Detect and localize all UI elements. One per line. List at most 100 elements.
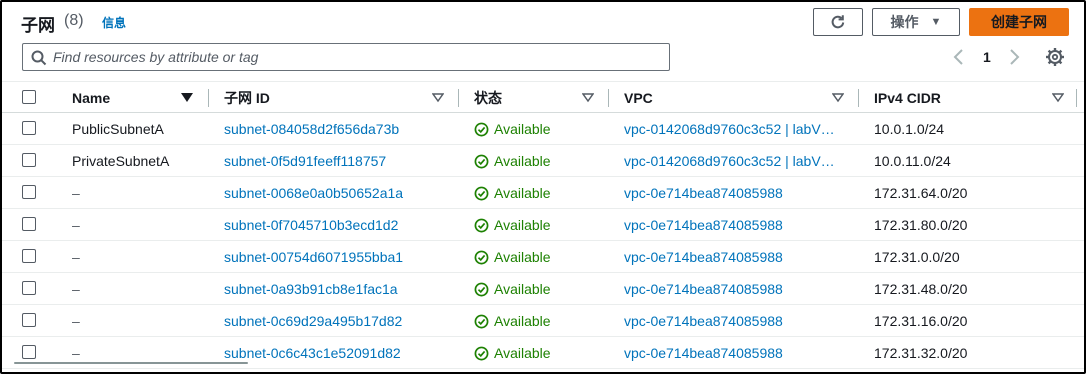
column-header-ipv4-cidr[interactable]: IPv4 CIDR — [874, 82, 941, 113]
subnet-id-link[interactable]: subnet-0f5d91feeff118757 — [224, 145, 454, 177]
check-circle-icon — [474, 122, 489, 136]
sort-caret-icon[interactable] — [582, 93, 594, 103]
actions-label: 操作 — [890, 14, 919, 30]
table-body: PublicSubnetA subnet-084058d2f656da73b Ava… — [2, 113, 1084, 369]
subnet-id-link[interactable]: subnet-0068e0a0b50652a1a — [224, 177, 454, 209]
vpc-link[interactable]: vpc-0e714bea874085988 — [624, 241, 856, 273]
table-header: Name 子网 ID 状态 VPC IPv4 CIDR — [2, 81, 1084, 113]
row-checkbox[interactable] — [22, 185, 36, 199]
status-text: Available — [494, 217, 551, 233]
search-field[interactable] — [22, 43, 670, 71]
column-resizer[interactable] — [858, 89, 859, 107]
check-circle-icon — [474, 250, 489, 264]
row-checkbox[interactable] — [22, 121, 36, 135]
status-text: Available — [494, 121, 551, 137]
table-row[interactable]: PrivateSubnetA subnet-0f5d91feeff118757 Av… — [2, 145, 1084, 177]
column-resizer[interactable] — [1076, 89, 1077, 107]
subnet-id-link[interactable]: subnet-00754d6071955bba1 — [224, 241, 454, 273]
cell-ipv4-cidr: 10.0.1.0/24 — [874, 121, 945, 137]
vpc-link[interactable]: vpc-0e714bea874085988 — [624, 177, 856, 209]
cell-ipv4-cidr: 172.31.64.0/20 — [874, 185, 968, 201]
check-circle-icon — [474, 186, 489, 200]
column-header-vpc[interactable]: VPC — [624, 82, 653, 113]
cell-name: PrivateSubnetA — [72, 153, 170, 169]
cell-name: – — [72, 185, 80, 201]
table-row[interactable]: PublicSubnetA subnet-084058d2f656da73b Ava… — [2, 113, 1084, 145]
cell-name: – — [72, 281, 80, 297]
sort-caret-icon[interactable] — [432, 93, 444, 103]
table-row[interactable]: – subnet-0068e0a0b50652a1a Available vpc-0e… — [2, 177, 1084, 209]
column-header-subnet-id[interactable]: 子网 ID — [224, 82, 270, 113]
subnet-id-link[interactable]: subnet-0c69d29a495b17d82 — [224, 305, 454, 337]
item-count: (8) — [64, 12, 84, 29]
vpc-link[interactable]: vpc-0e714bea874085988 — [624, 209, 856, 241]
column-header-name[interactable]: Name — [72, 82, 110, 113]
row-checkbox[interactable] — [22, 345, 36, 359]
vpc-link[interactable]: vpc-0e714bea874085988 — [624, 305, 856, 337]
cell-name: – — [72, 217, 80, 233]
table-row[interactable]: – subnet-0f7045710b3ecd1d2 Available vpc-0e… — [2, 209, 1084, 241]
refresh-button[interactable] — [813, 8, 863, 36]
column-resizer[interactable] — [608, 89, 609, 107]
check-circle-icon — [474, 218, 489, 232]
info-link[interactable]: 信息 — [102, 14, 126, 31]
subnets-panel: 子网 (8) 信息 操作 ▼ 创建子网 1 — [0, 0, 1086, 374]
page-title: 子网 — [21, 16, 55, 35]
subnets-table: Name 子网 ID 状态 VPC IPv4 CIDR PublicSubnet… — [2, 81, 1084, 369]
vpc-link[interactable]: vpc-0e714bea874085988 — [624, 337, 856, 369]
refresh-icon — [831, 15, 845, 29]
cell-ipv4-cidr: 172.31.16.0/20 — [874, 313, 968, 329]
gear-icon[interactable] — [1045, 47, 1065, 67]
horizontal-scrollbar[interactable] — [14, 362, 248, 364]
cell-ipv4-cidr: 172.31.48.0/20 — [874, 281, 968, 297]
row-checkbox[interactable] — [22, 217, 36, 231]
check-circle-icon — [474, 282, 489, 296]
subnet-id-link[interactable]: subnet-084058d2f656da73b — [224, 113, 454, 145]
column-header-state[interactable]: 状态 — [474, 82, 502, 113]
row-checkbox[interactable] — [22, 313, 36, 327]
check-circle-icon — [474, 154, 489, 168]
search-input[interactable] — [53, 47, 653, 67]
chevron-right-icon[interactable] — [1007, 48, 1021, 66]
cell-state: Available — [474, 337, 604, 369]
row-checkbox[interactable] — [22, 249, 36, 263]
actions-button[interactable]: 操作 ▼ — [872, 8, 960, 36]
row-checkbox[interactable] — [22, 281, 36, 295]
create-subnet-button[interactable]: 创建子网 — [969, 8, 1069, 36]
subnet-id-link[interactable]: subnet-0a93b91cb8e1fac1a — [224, 273, 454, 305]
cell-ipv4-cidr: 172.31.32.0/20 — [874, 345, 968, 361]
status-text: Available — [494, 345, 551, 361]
status-text: Available — [494, 153, 551, 169]
cell-name: – — [72, 249, 80, 265]
cell-name: – — [72, 313, 80, 329]
sort-caret-icon[interactable] — [1052, 93, 1064, 103]
search-icon — [31, 50, 47, 66]
chevron-left-icon[interactable] — [952, 48, 966, 66]
cell-name: PublicSubnetA — [72, 121, 164, 137]
table-row[interactable]: – subnet-00754d6071955bba1 Available vpc-0e… — [2, 241, 1084, 273]
select-all-checkbox[interactable] — [22, 90, 36, 104]
check-circle-icon — [474, 314, 489, 328]
subnet-id-link[interactable]: subnet-0f7045710b3ecd1d2 — [224, 209, 454, 241]
caret-down-icon: ▼ — [930, 16, 942, 28]
sort-descending-icon[interactable] — [181, 93, 193, 103]
vpc-link[interactable]: vpc-0142068d9760c3c52 | labV… — [624, 145, 856, 177]
column-resizer[interactable] — [208, 89, 209, 107]
cell-state: Available — [474, 209, 604, 241]
table-row[interactable]: – subnet-0a93b91cb8e1fac1a Available vpc-0e… — [2, 273, 1084, 305]
vpc-link[interactable]: vpc-0142068d9760c3c52 | labV… — [624, 113, 856, 145]
vpc-link[interactable]: vpc-0e714bea874085988 — [624, 273, 856, 305]
cell-state: Available — [474, 273, 604, 305]
row-checkbox[interactable] — [22, 153, 36, 167]
sort-caret-icon[interactable] — [832, 93, 844, 103]
cell-ipv4-cidr: 10.0.11.0/24 — [874, 153, 951, 169]
subnet-id-link[interactable]: subnet-0c6c43c1e52091d82 — [224, 337, 454, 369]
cell-state: Available — [474, 113, 604, 145]
current-page[interactable]: 1 — [983, 49, 991, 65]
column-resizer[interactable] — [458, 89, 459, 107]
status-text: Available — [494, 313, 551, 329]
cell-state: Available — [474, 145, 604, 177]
table-row[interactable]: – subnet-0c69d29a495b17d82 Available vpc-0e… — [2, 305, 1084, 337]
table-row[interactable]: – subnet-0c6c43c1e52091d82 Available vpc-0e… — [2, 337, 1084, 369]
cell-state: Available — [474, 305, 604, 337]
